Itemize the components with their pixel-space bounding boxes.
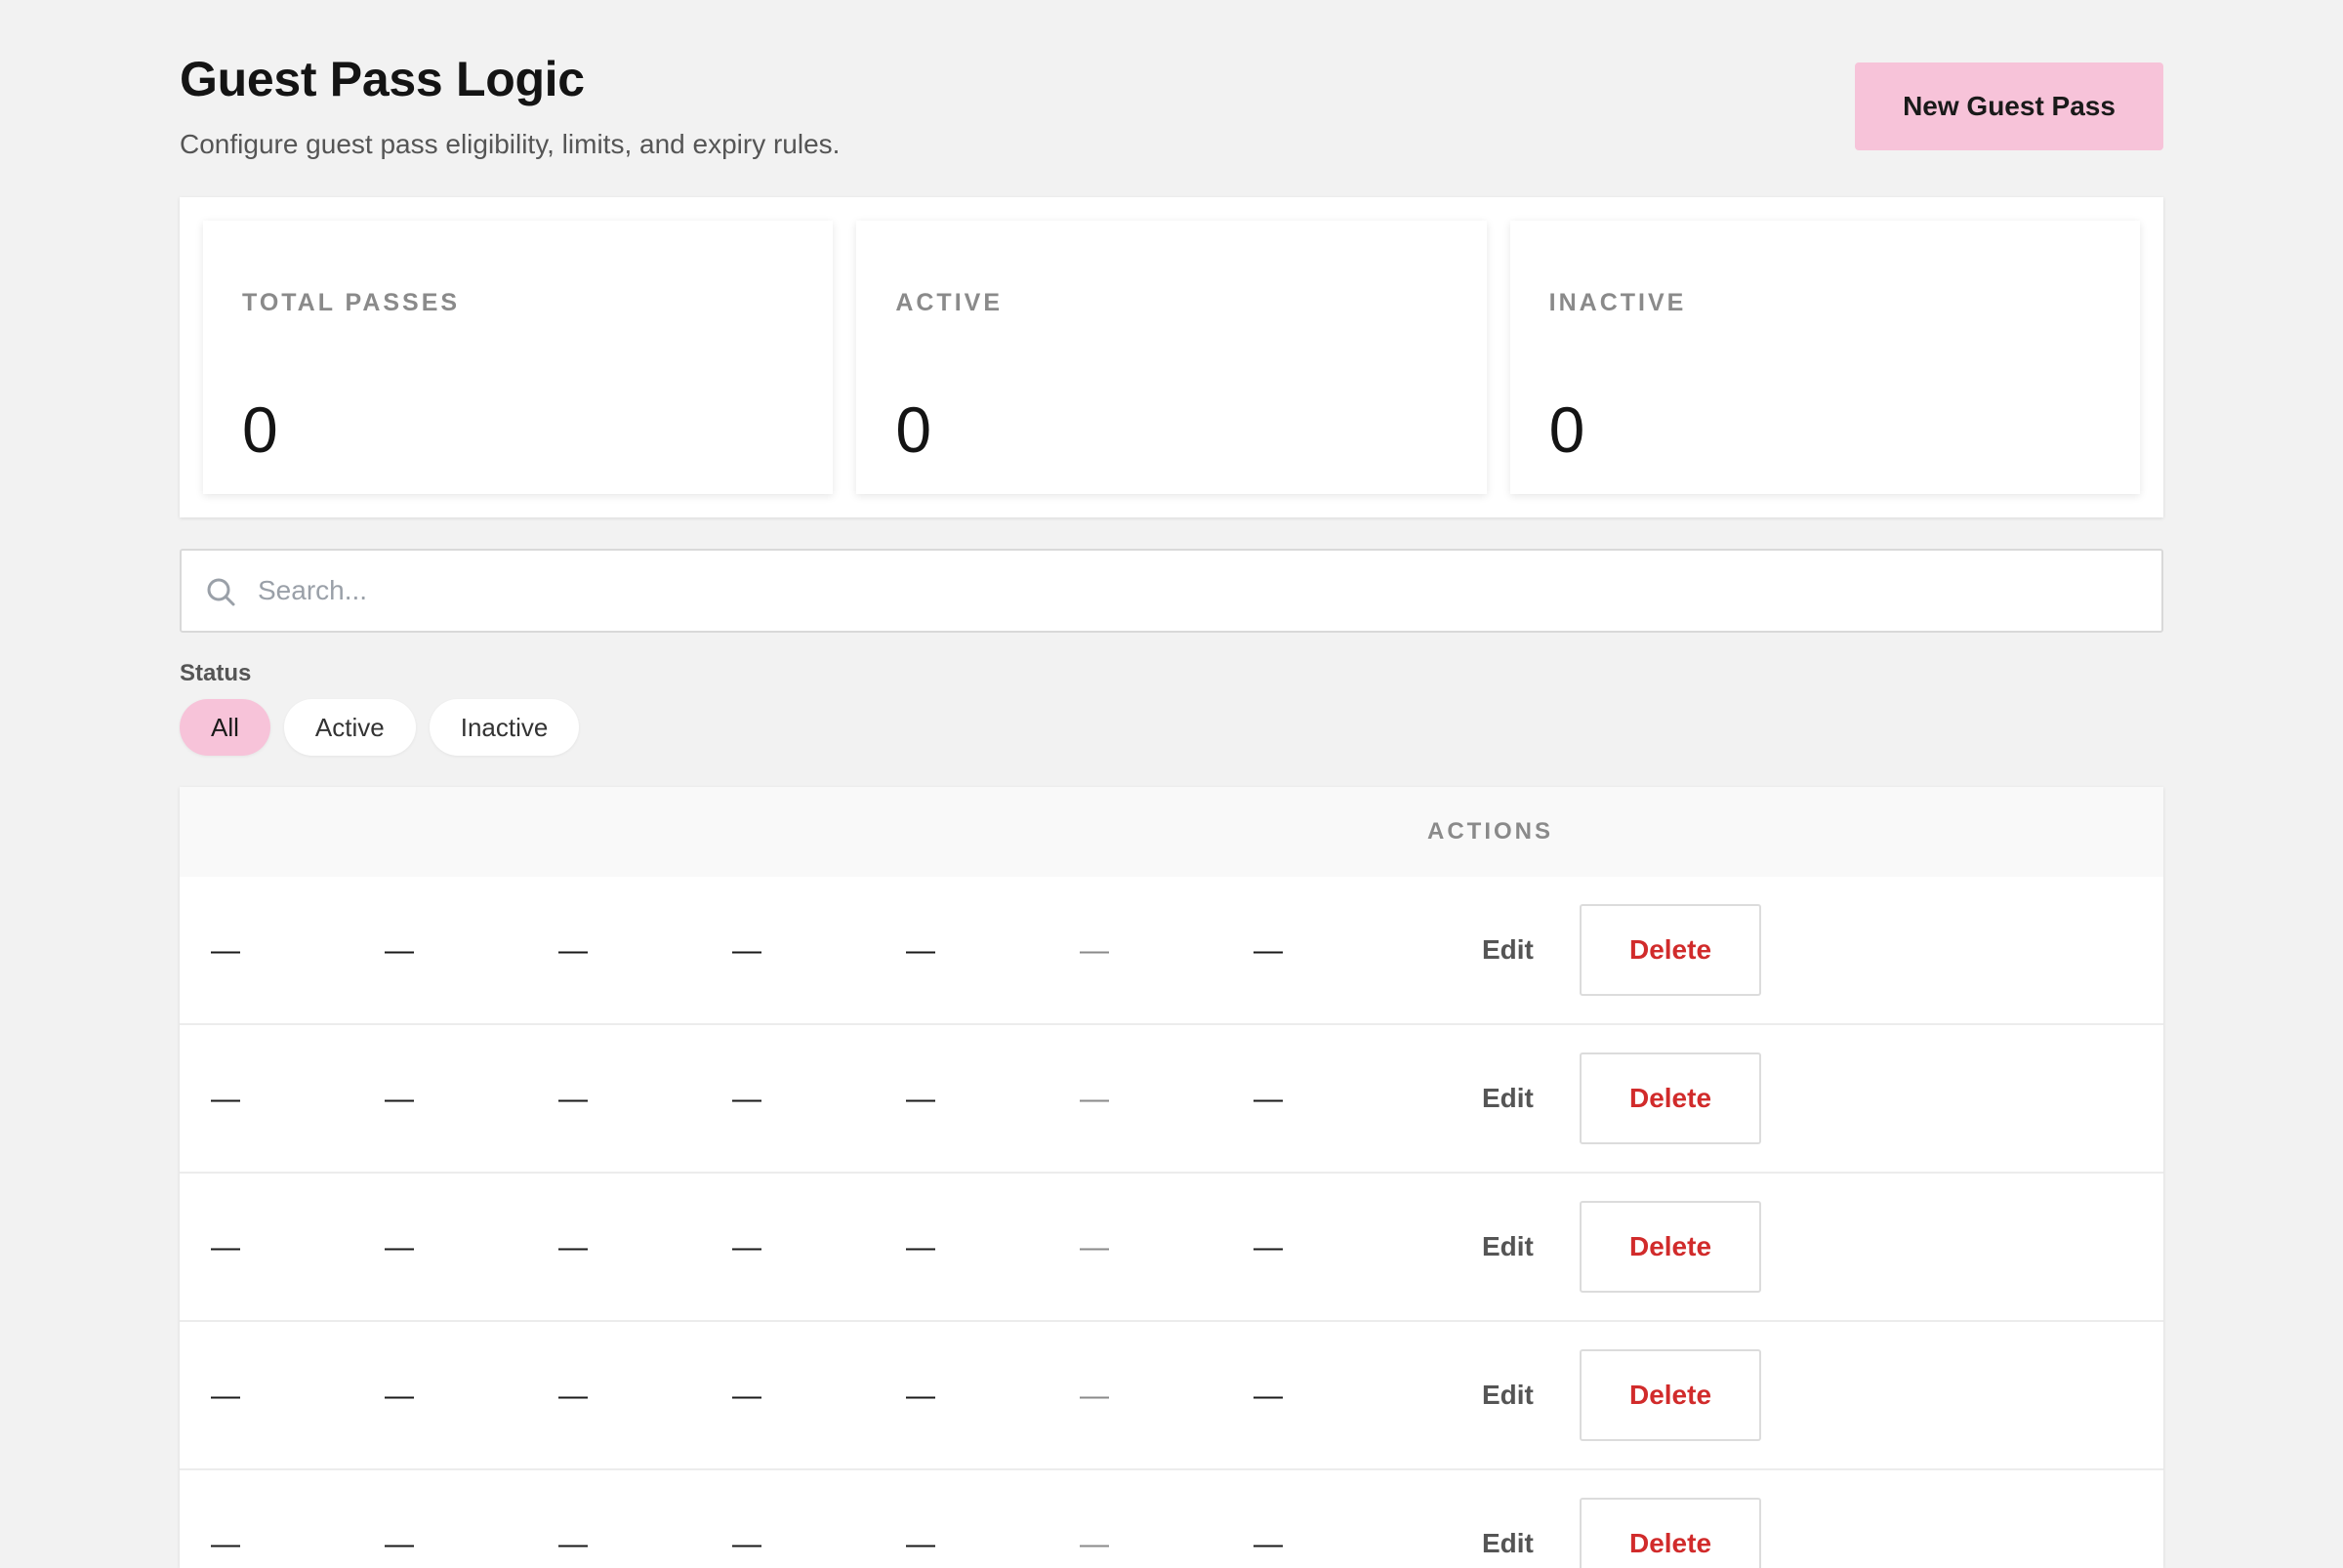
table-cell: — — [732, 1083, 761, 1115]
delete-button[interactable]: Delete — [1580, 904, 1761, 996]
stat-card-inactive: INACTIVE 0 — [1509, 221, 2140, 494]
table-row: — — — — — — — Edit Delete — [180, 877, 2163, 1025]
stat-card-active: ACTIVE 0 — [856, 221, 1487, 494]
stat-value: 0 — [895, 393, 932, 466]
table-cell: — — [558, 1231, 588, 1263]
stat-label: INACTIVE — [1548, 289, 1687, 316]
edit-button[interactable]: Edit — [1474, 920, 1541, 980]
page-subtitle: Configure guest pass eligibility, limits… — [180, 129, 841, 159]
table-cell: — — [558, 1528, 588, 1560]
table-row: — — — — — — — Edit Delete — [180, 1470, 2163, 1568]
table-cell: — — [732, 1380, 761, 1412]
table-row: — — — — — — — Edit Delete — [180, 1322, 2163, 1470]
table-cell: — — [558, 934, 588, 967]
edit-button[interactable]: Edit — [1474, 1513, 1541, 1568]
guest-pass-page: Guest Pass Logic Configure guest pass el… — [180, 0, 2163, 1568]
table-cell: — — [1080, 1231, 1109, 1263]
stat-card-total: TOTAL PASSES 0 — [203, 221, 834, 494]
table-cell: — — [211, 1528, 240, 1560]
table-cell: — — [906, 934, 935, 967]
search-input[interactable] — [258, 560, 2113, 621]
stat-value: 0 — [1548, 393, 1585, 466]
table-cell: — — [1254, 1231, 1283, 1263]
table-cell: — — [1254, 934, 1283, 967]
table-cell: — — [732, 1231, 761, 1263]
table-cell: — — [385, 1380, 414, 1412]
table-cell: — — [732, 1528, 761, 1560]
edit-button[interactable]: Edit — [1474, 1068, 1541, 1129]
actions-column-header: ACTIONS — [1427, 818, 1553, 845]
table-cell: — — [732, 934, 761, 967]
table-cell: — — [558, 1083, 588, 1115]
table-cell: — — [1254, 1083, 1283, 1115]
status-filter-chips: All Active Inactive — [180, 699, 580, 756]
delete-button[interactable]: Delete — [1580, 1349, 1761, 1441]
status-filter-label: Status — [180, 660, 252, 686]
table-cell: — — [1254, 1528, 1283, 1560]
filter-chip-all[interactable]: All — [180, 699, 270, 756]
search-box[interactable] — [180, 549, 2163, 633]
table-cell: — — [1080, 1528, 1109, 1560]
delete-button[interactable]: Delete — [1580, 1052, 1761, 1144]
table-cell: — — [906, 1528, 935, 1560]
table-cell: — — [1080, 1083, 1109, 1115]
table-cell: — — [558, 1380, 588, 1412]
table-cell: — — [385, 1528, 414, 1560]
guest-pass-table: ACTIONS — — — — — — — Edit Delete — — — … — [180, 787, 2163, 1568]
stat-label: ACTIVE — [895, 289, 1004, 316]
stats-panel: TOTAL PASSES 0 ACTIVE 0 INACTIVE 0 — [180, 197, 2163, 517]
table-cell: — — [906, 1083, 935, 1115]
table-cell: — — [211, 1380, 240, 1412]
table-header: ACTIONS — [180, 787, 2163, 877]
edit-button[interactable]: Edit — [1474, 1217, 1541, 1277]
delete-button[interactable]: Delete — [1580, 1498, 1761, 1568]
table-row: — — — — — — — Edit Delete — [180, 1025, 2163, 1174]
table-cell: — — [1254, 1380, 1283, 1412]
filter-chip-active[interactable]: Active — [283, 699, 416, 756]
table-cell: — — [385, 934, 414, 967]
table-cell: — — [211, 1231, 240, 1263]
table-cell: — — [385, 1083, 414, 1115]
table-cell: — — [211, 1083, 240, 1115]
table-cell: — — [906, 1231, 935, 1263]
table-cell: — — [211, 934, 240, 967]
delete-button[interactable]: Delete — [1580, 1201, 1761, 1293]
search-icon — [207, 578, 235, 606]
table-row: — — — — — — — Edit Delete — [180, 1174, 2163, 1322]
table-cell: — — [906, 1380, 935, 1412]
filter-chip-inactive[interactable]: Inactive — [429, 699, 580, 756]
table-cell: — — [385, 1231, 414, 1263]
stat-value: 0 — [242, 393, 278, 466]
new-guest-pass-button[interactable]: New Guest Pass — [1855, 62, 2163, 150]
page-title: Guest Pass Logic — [180, 52, 585, 106]
table-cell: — — [1080, 934, 1109, 967]
edit-button[interactable]: Edit — [1474, 1365, 1541, 1425]
stat-label: TOTAL PASSES — [242, 289, 461, 316]
table-cell: — — [1080, 1380, 1109, 1412]
page-header: Guest Pass Logic Configure guest pass el… — [180, 0, 2163, 195]
